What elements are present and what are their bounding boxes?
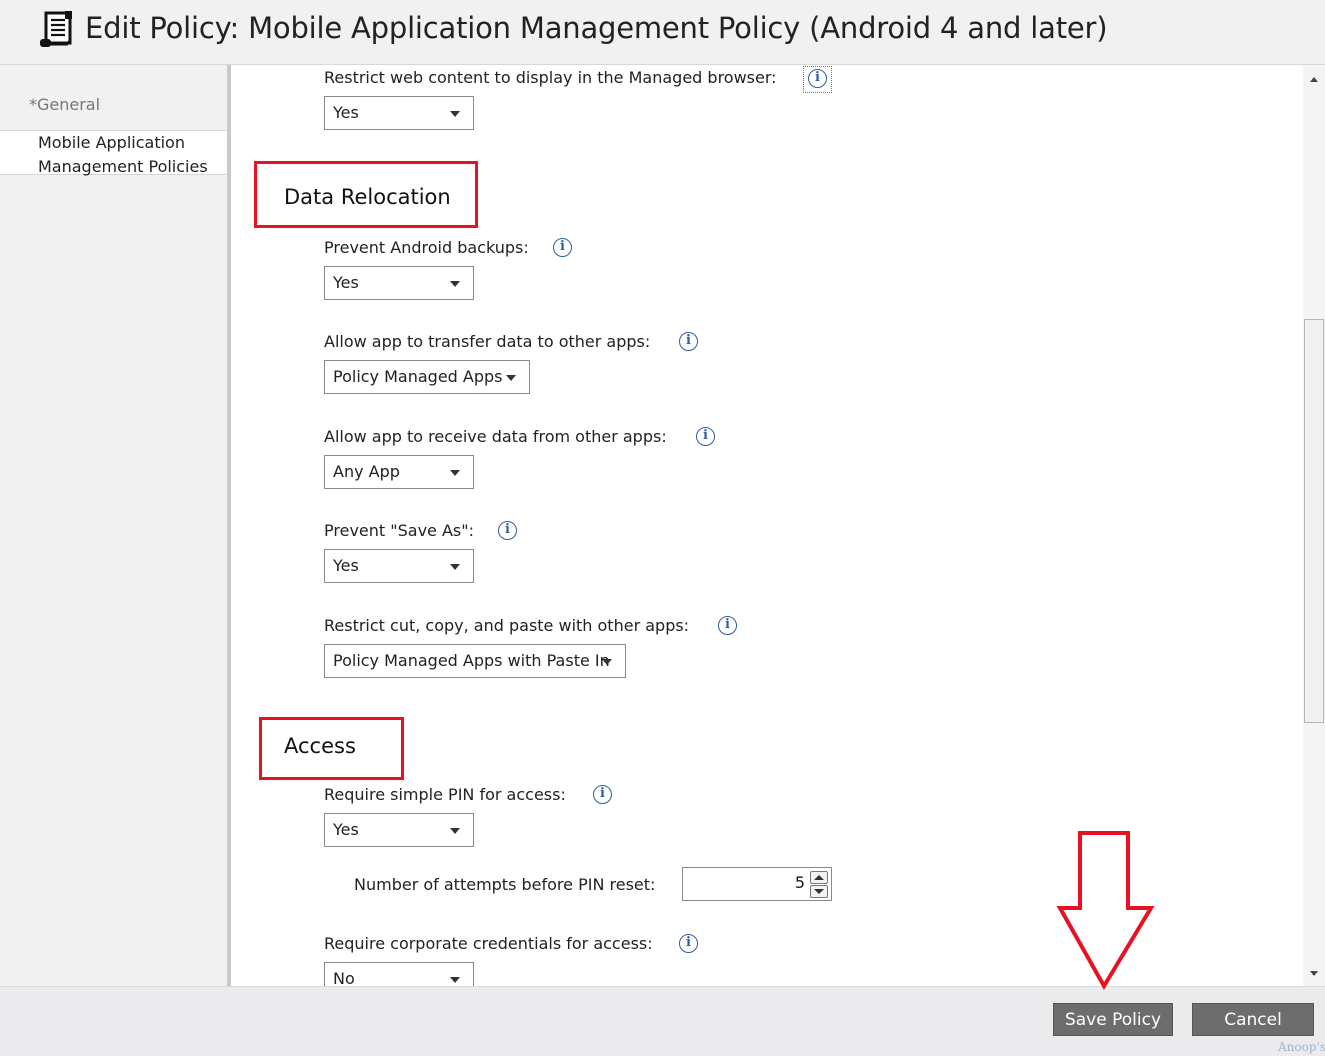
prevent-android-backups-select[interactable]: Yes — [324, 266, 474, 300]
restrict-cut-copy-paste-select[interactable]: Policy Managed Apps with Paste In — [324, 644, 626, 678]
select-value: Policy Managed Apps — [333, 367, 503, 386]
receive-data-select[interactable]: Any App — [324, 455, 474, 489]
select-value: Yes — [333, 273, 359, 292]
pin-attempts-stepper[interactable]: 5 — [682, 867, 832, 901]
sidebar: *General Mobile Application Management P… — [0, 65, 231, 986]
info-icon[interactable]: i — [696, 427, 715, 446]
select-value: Yes — [333, 556, 359, 575]
access-heading: Access — [284, 734, 356, 758]
info-icon[interactable]: i — [808, 69, 827, 88]
save-policy-button[interactable]: Save Policy — [1053, 1003, 1173, 1036]
scrollbar-thumb[interactable] — [1304, 319, 1324, 723]
restrict-web-content-label: Restrict web content to display in the M… — [324, 68, 777, 87]
pin-attempts-value[interactable]: 5 — [795, 873, 805, 892]
select-value: No — [333, 969, 355, 986]
sidebar-item-label-line1: Mobile Application — [38, 133, 185, 152]
vertical-scrollbar[interactable] — [1303, 65, 1325, 986]
sidebar-item-mobile-app-management-policies[interactable]: Mobile Application Management Policies — [0, 130, 227, 176]
chevron-down-icon — [450, 470, 460, 476]
select-value: Yes — [333, 103, 359, 122]
scroll-up-arrow-icon[interactable] — [1310, 77, 1318, 82]
simple-pin-select[interactable]: Yes — [324, 813, 474, 847]
dialog-footer: Save Policy Cancel — [0, 986, 1325, 1056]
chevron-down-icon — [602, 659, 612, 665]
select-value: Yes — [333, 820, 359, 839]
info-icon[interactable]: i — [498, 521, 517, 540]
simple-pin-label: Require simple PIN for access: — [324, 785, 566, 804]
red-down-arrow-annotation-icon — [1056, 831, 1155, 990]
info-icon[interactable]: i — [718, 616, 737, 635]
increment-arrow-icon[interactable] — [810, 871, 828, 884]
data-relocation-heading: Data Relocation — [284, 185, 451, 209]
transfer-data-select[interactable]: Policy Managed Apps — [324, 360, 530, 394]
sidebar-item-label-line2: Management Policies — [38, 157, 208, 176]
restrict-cut-copy-paste-label: Restrict cut, copy, and paste with other… — [324, 616, 690, 635]
chevron-down-icon — [450, 564, 460, 570]
cancel-button[interactable]: Cancel — [1192, 1003, 1314, 1036]
watermark: Anoop's — [1278, 1040, 1325, 1054]
corporate-credentials-label: Require corporate credentials for access… — [324, 934, 653, 953]
select-value: Policy Managed Apps with Paste In — [333, 651, 610, 670]
chevron-down-icon — [450, 281, 460, 287]
window-header: Edit Policy: Mobile Application Manageme… — [0, 0, 1325, 65]
chevron-down-icon — [506, 375, 516, 381]
info-icon[interactable]: i — [679, 934, 698, 953]
policy-scroll-icon — [40, 11, 72, 47]
chevron-down-icon — [450, 111, 460, 117]
chevron-down-icon — [450, 977, 460, 983]
sidebar-item-general[interactable]: *General — [29, 95, 100, 114]
pin-attempts-label: Number of attempts before PIN reset: — [354, 875, 656, 894]
info-icon[interactable]: i — [553, 238, 572, 257]
chevron-down-icon — [450, 828, 460, 834]
decrement-arrow-icon[interactable] — [810, 885, 828, 898]
select-value: Any App — [333, 462, 400, 481]
info-icon[interactable]: i — [593, 785, 612, 804]
scroll-down-arrow-icon[interactable] — [1310, 971, 1318, 976]
prevent-save-as-select[interactable]: Yes — [324, 549, 474, 583]
restrict-web-content-select[interactable]: Yes — [324, 96, 474, 130]
corporate-credentials-select[interactable]: No — [324, 962, 474, 986]
prevent-android-backups-label: Prevent Android backups: — [324, 238, 529, 257]
transfer-data-label: Allow app to transfer data to other apps… — [324, 332, 651, 351]
receive-data-label: Allow app to receive data from other app… — [324, 427, 667, 446]
page-title: Edit Policy: Mobile Application Manageme… — [85, 11, 1108, 45]
prevent-save-as-label: Prevent "Save As": — [324, 521, 474, 540]
info-icon[interactable]: i — [679, 332, 698, 351]
